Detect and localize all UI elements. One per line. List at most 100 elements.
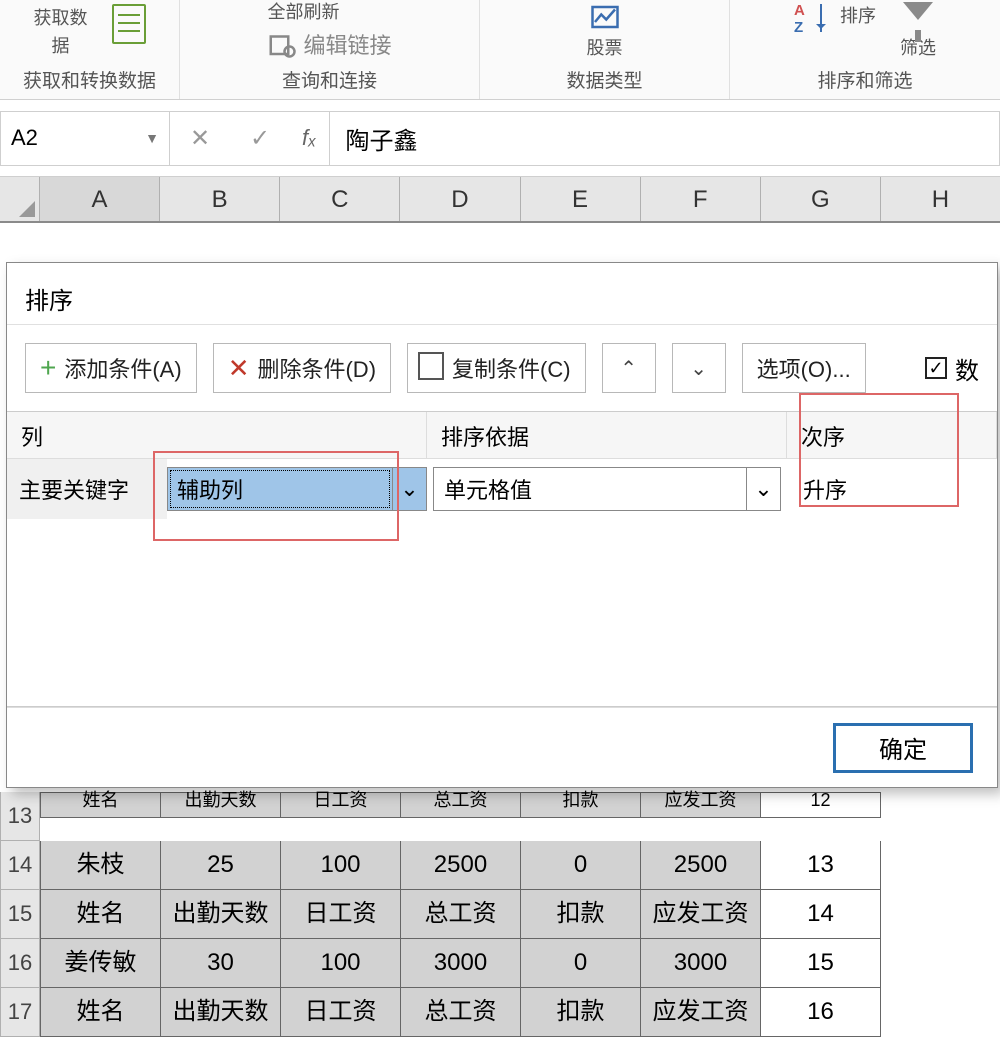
row-header[interactable]: 15 — [0, 890, 40, 939]
options-button[interactable]: 选项(O)... — [742, 343, 866, 393]
formula-input[interactable]: 陶子鑫 — [330, 111, 1000, 166]
cell[interactable]: 日工资 — [281, 792, 401, 818]
column-header[interactable]: D — [400, 177, 520, 221]
row-header[interactable]: 14 — [0, 841, 40, 890]
header-checkbox-label: 数 — [955, 351, 979, 386]
column-header[interactable]: A — [40, 177, 160, 221]
cell[interactable]: 13 — [761, 841, 881, 890]
column-header-label: 列 — [7, 412, 427, 459]
cell[interactable]: 出勤天数 — [161, 988, 281, 1037]
cell[interactable]: 3000 — [401, 939, 521, 988]
row-header[interactable]: 13 — [0, 792, 40, 841]
dialog-toolbar: + 添加条件(A) ✕ 删除条件(D) 复制条件(C) ⌃ ⌄ 选项(O)...… — [7, 325, 997, 411]
ok-button[interactable]: 确定 — [833, 723, 973, 773]
cell[interactable] — [881, 792, 1000, 818]
cell[interactable]: 应发工资 — [641, 988, 761, 1037]
column-header[interactable]: F — [641, 177, 761, 221]
cell[interactable]: 100 — [281, 939, 401, 988]
chevron-down-icon[interactable]: ▼ — [145, 130, 159, 146]
cell[interactable]: 姓名 — [40, 988, 161, 1037]
fx-button[interactable]: fₓ — [290, 125, 329, 151]
column-header[interactable]: B — [160, 177, 280, 221]
cell[interactable]: 姜传敏 — [40, 939, 161, 988]
column-headers: A B C D E F G H — [0, 177, 1000, 223]
table-row: 16姜传敏3010030000300015 — [0, 939, 1000, 988]
edit-links-button[interactable]: 编辑链接 — [267, 28, 391, 60]
cell[interactable]: 14 — [761, 890, 881, 939]
copy-condition-button[interactable]: 复制条件(C) — [407, 343, 586, 393]
cell[interactable]: 30 — [161, 939, 281, 988]
ribbon-group-label: 排序和筛选 — [817, 66, 912, 93]
refresh-all-button[interactable]: 全部刷新 — [267, 0, 339, 24]
cell[interactable]: 3000 — [641, 939, 761, 988]
cell[interactable]: 姓名 — [40, 792, 161, 818]
cell[interactable]: 16 — [761, 988, 881, 1037]
cell[interactable]: 日工资 — [281, 988, 401, 1037]
cell[interactable]: 扣款 — [521, 792, 641, 818]
basis-header-label: 排序依据 — [427, 412, 787, 459]
table-row: 15姓名出勤天数日工资总工资扣款应发工资14 — [0, 890, 1000, 939]
cell[interactable]: 总工资 — [401, 988, 521, 1037]
sort-grid-header: 列 排序依据 次序 — [7, 411, 997, 459]
cell[interactable] — [881, 939, 1000, 988]
row-header[interactable]: 17 — [0, 988, 40, 1037]
cell[interactable]: 总工资 — [401, 890, 521, 939]
cell[interactable]: 姓名 — [40, 890, 161, 939]
filter-icon — [903, 2, 933, 32]
primary-key-label: 主要关键字 — [7, 459, 167, 519]
cell[interactable] — [881, 988, 1000, 1037]
cell[interactable] — [881, 841, 1000, 890]
sort-dialog: 排序 + 添加条件(A) ✕ 删除条件(D) 复制条件(C) ⌃ ⌄ 选项(O)… — [6, 262, 998, 788]
cell[interactable]: 100 — [281, 841, 401, 890]
x-icon: ✕ — [228, 353, 250, 384]
column-header[interactable]: G — [761, 177, 881, 221]
table-row: 14朱枝2510025000250013 — [0, 841, 1000, 890]
get-data-button[interactable]: 获取数 据 — [34, 4, 88, 58]
column-header[interactable]: H — [881, 177, 1000, 221]
add-condition-button[interactable]: + 添加条件(A) — [25, 343, 197, 393]
cancel-formula-button[interactable]: ✕ — [170, 124, 230, 153]
column-header[interactable]: C — [280, 177, 400, 221]
cell[interactable]: 总工资 — [401, 792, 521, 818]
cell[interactable]: 应发工资 — [641, 792, 761, 818]
from-table-button[interactable] — [112, 4, 146, 44]
cell[interactable]: 0 — [521, 841, 641, 890]
enter-formula-button[interactable]: ✓ — [230, 124, 290, 153]
cell[interactable]: 25 — [161, 841, 281, 890]
chevron-down-icon: ⌄ — [392, 468, 426, 510]
cell[interactable] — [881, 890, 1000, 939]
cell[interactable]: 日工资 — [281, 890, 401, 939]
cell[interactable]: 15 — [761, 939, 881, 988]
cell[interactable]: 扣款 — [521, 988, 641, 1037]
delete-condition-button[interactable]: ✕ 删除条件(D) — [213, 343, 391, 393]
filter-button[interactable]: 筛选 — [900, 2, 936, 60]
row-header[interactable]: 16 — [0, 939, 40, 988]
chevron-up-icon: ⌃ — [620, 356, 637, 381]
ribbon-group-label: 获取和转换数据 — [23, 66, 156, 93]
stocks-button[interactable]: 股票 — [587, 2, 623, 60]
move-up-button[interactable]: ⌃ — [602, 343, 656, 393]
sort-basis-select[interactable]: 单元格值 ⌄ — [433, 467, 781, 511]
sort-order-select[interactable]: 升序 — [793, 467, 991, 511]
order-header-label: 次序 — [787, 412, 997, 459]
cell[interactable]: 应发工资 — [641, 890, 761, 939]
cell[interactable]: 12 — [761, 792, 881, 818]
cell[interactable]: 2500 — [401, 841, 521, 890]
select-all-corner[interactable] — [0, 177, 40, 221]
cell[interactable]: 出勤天数 — [161, 890, 281, 939]
cell[interactable]: 0 — [521, 939, 641, 988]
sort-column-select[interactable]: 辅助列 ⌄ — [167, 467, 427, 511]
cell[interactable]: 朱枝 — [40, 841, 161, 890]
cell[interactable]: 扣款 — [521, 890, 641, 939]
sort-az-button[interactable]: AZ — [794, 2, 816, 36]
ribbon-group-label: 数据类型 — [566, 66, 642, 93]
sort-level-row: 主要关键字 辅助列 ⌄ 单元格值 ⌄ 升序 — [7, 459, 997, 519]
chevron-down-icon: ⌄ — [746, 468, 780, 510]
move-down-button[interactable]: ⌄ — [672, 343, 726, 393]
column-header[interactable]: E — [521, 177, 641, 221]
name-box[interactable]: A2 ▼ — [0, 111, 170, 166]
sort-button[interactable]: 排序 — [840, 2, 876, 28]
cell[interactable]: 出勤天数 — [161, 792, 281, 818]
header-checkbox[interactable]: ✓ — [925, 357, 947, 379]
cell[interactable]: 2500 — [641, 841, 761, 890]
